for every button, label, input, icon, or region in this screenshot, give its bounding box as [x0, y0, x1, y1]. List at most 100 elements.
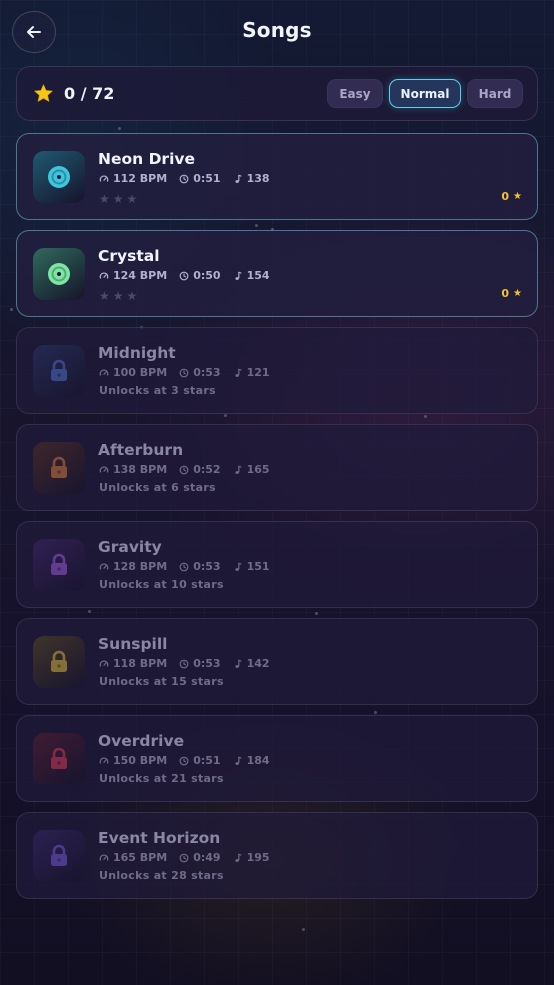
- song-card-crystal[interactable]: Crystal 124 BPM 0:50 154 ★ ★ ★ 0 ★: [16, 230, 538, 317]
- song-duration: 0:53: [179, 366, 221, 379]
- song-bpm-value: 128 BPM: [113, 560, 168, 573]
- song-bpm-value: 112 BPM: [113, 172, 168, 185]
- song-bpm: 138 BPM: [99, 463, 167, 476]
- song-title: Overdrive: [98, 732, 185, 750]
- star-icon: [34, 84, 53, 102]
- song-card-event-horizon: Event Horizon 165 BPM 0:49 195 Unlocks at 28…: [16, 812, 538, 899]
- song-card-neon-drive[interactable]: Neon Drive 112 BPM 0:51 138 ★ ★ ★ 0 ★: [16, 133, 538, 220]
- gauge-icon: [99, 368, 109, 376]
- song-cover: [33, 442, 85, 494]
- song-duration: 0:49: [179, 851, 221, 864]
- clock-icon: [179, 562, 189, 571]
- star-particle: [10, 308, 13, 311]
- star-rating: ★ ★ ★: [99, 192, 140, 206]
- song-card-gravity: Gravity 128 BPM 0:53 151 Unlocks at 10 stars: [16, 521, 538, 608]
- song-bpm-value: 138 BPM: [113, 463, 168, 476]
- lock-icon: [51, 456, 67, 478]
- page-title: Songs: [242, 18, 312, 42]
- clock-icon: [179, 659, 189, 668]
- music-note-icon: [234, 756, 242, 765]
- gauge-icon: [99, 853, 109, 861]
- song-bpm: 112 BPM: [99, 172, 167, 185]
- song-notes-value: 138: [246, 172, 270, 185]
- song-list: Neon Drive 112 BPM 0:51 138 ★ ★ ★ 0 ★ Crystal 124 …: [16, 133, 538, 909]
- song-notes: 151: [233, 560, 270, 573]
- star-total: 0 / 72: [33, 83, 114, 104]
- song-bpm: 100 BPM: [99, 366, 167, 379]
- difficulty-normal-button[interactable]: Normal: [389, 79, 461, 108]
- music-note-icon: [234, 853, 242, 862]
- lock-icon: [51, 553, 67, 575]
- clock-icon: [179, 465, 189, 474]
- star-particle: [302, 928, 305, 931]
- clock-icon: [179, 853, 189, 862]
- lock-icon: [51, 747, 67, 769]
- unlock-requirement: Unlocks at 6 stars: [99, 481, 216, 494]
- song-bpm: 124 BPM: [99, 269, 167, 282]
- song-title: Sunspill: [98, 635, 168, 653]
- song-duration-value: 0:51: [193, 172, 221, 185]
- song-duration: 0:51: [179, 172, 221, 185]
- difficulty-easy-button[interactable]: Easy: [327, 79, 383, 108]
- stars-earned-count: 0: [501, 287, 510, 300]
- song-title: Crystal: [98, 247, 160, 265]
- music-note-icon: [234, 271, 242, 280]
- difficulty-hard-button[interactable]: Hard: [467, 79, 523, 108]
- gauge-icon: [99, 174, 109, 182]
- song-duration: 0:53: [179, 657, 221, 670]
- star-particle: [118, 127, 121, 130]
- song-notes: 184: [233, 754, 270, 767]
- lock-icon: [51, 844, 67, 866]
- rating-star-icon: ★: [112, 192, 124, 206]
- rating-star-icon: ★: [112, 289, 124, 303]
- stats-bar: 0 / 72 Easy Normal Hard: [16, 66, 538, 121]
- song-duration-value: 0:53: [193, 560, 221, 573]
- song-notes-value: 165: [246, 463, 270, 476]
- song-meta: 112 BPM 0:51 138: [99, 172, 282, 185]
- song-bpm-value: 100 BPM: [113, 366, 168, 379]
- song-title: Gravity: [98, 538, 162, 556]
- unlock-requirement: Unlocks at 3 stars: [99, 384, 216, 397]
- header: Songs: [0, 0, 554, 66]
- gauge-icon: [99, 659, 109, 667]
- song-notes-value: 184: [246, 754, 270, 767]
- song-bpm-value: 165 BPM: [113, 851, 168, 864]
- song-bpm-value: 118 BPM: [113, 657, 168, 670]
- clock-icon: [179, 174, 189, 183]
- rating-star-icon: ★: [126, 289, 138, 303]
- lock-icon: [51, 650, 67, 672]
- rating-star-icon: ★: [126, 192, 138, 206]
- song-meta: 128 BPM 0:53 151: [99, 560, 282, 573]
- song-duration: 0:52: [179, 463, 221, 476]
- song-meta: 165 BPM 0:49 195: [99, 851, 282, 864]
- song-card-overdrive: Overdrive 150 BPM 0:51 184 Unlocks at 21 sta…: [16, 715, 538, 802]
- song-notes: 121: [233, 366, 270, 379]
- gauge-icon: [99, 756, 109, 764]
- song-cover: [33, 830, 85, 882]
- song-cover: [33, 733, 85, 785]
- song-duration: 0:51: [179, 754, 221, 767]
- song-duration-value: 0:52: [193, 463, 221, 476]
- disc-icon: [48, 263, 70, 285]
- song-duration: 0:50: [179, 269, 221, 282]
- song-title: Midnight: [98, 344, 176, 362]
- song-notes: 154: [233, 269, 270, 282]
- song-cover: [33, 539, 85, 591]
- song-cover: [33, 636, 85, 688]
- song-meta: 150 BPM 0:51 184: [99, 754, 282, 767]
- music-note-icon: [234, 659, 242, 668]
- song-bpm: 165 BPM: [99, 851, 167, 864]
- song-notes: 138: [233, 172, 270, 185]
- song-bpm-value: 124 BPM: [113, 269, 168, 282]
- unlock-requirement: Unlocks at 28 stars: [99, 869, 224, 882]
- unlock-requirement: Unlocks at 10 stars: [99, 578, 224, 591]
- song-cover: [33, 151, 85, 203]
- clock-icon: [179, 271, 189, 280]
- music-note-icon: [234, 368, 242, 377]
- lock-icon: [51, 359, 67, 381]
- rating-star-icon: ★: [99, 289, 110, 303]
- song-bpm: 128 BPM: [99, 560, 167, 573]
- song-bpm: 118 BPM: [99, 657, 167, 670]
- song-bpm: 150 BPM: [99, 754, 167, 767]
- song-duration-value: 0:51: [193, 754, 221, 767]
